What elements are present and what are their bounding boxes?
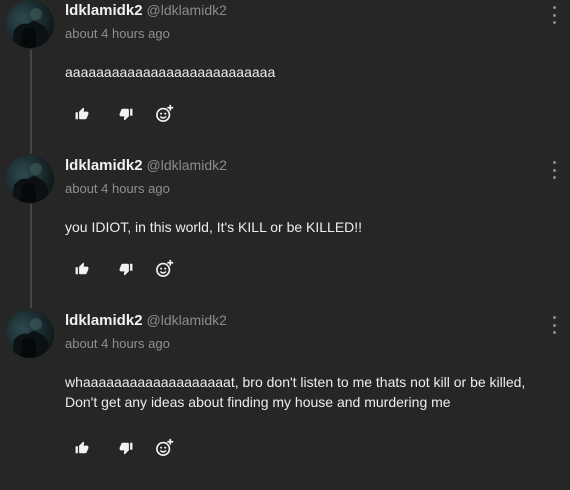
avatar[interactable] [6, 155, 54, 203]
comment-text: aaaaaaaaaaaaaaaaaaaaaaaaaaa [65, 64, 276, 80]
add-reaction-icon[interactable] [152, 257, 176, 281]
comment-author[interactable]: ldklamidk2 @ldklamidk2 [65, 312, 227, 329]
comment-item: ldklamidk2 @ldklamidk2 about 4 hours ago … [0, 155, 570, 305]
comment-thread: ldklamidk2 @ldklamidk2 about 4 hours ago … [0, 0, 570, 490]
thumbs-down-icon[interactable] [114, 436, 138, 460]
comment-actions [70, 102, 190, 126]
add-reaction-icon[interactable] [152, 102, 176, 126]
comment-item: ldklamidk2 @ldklamidk2 about 4 hours ago … [0, 310, 570, 490]
avatar[interactable] [6, 310, 54, 358]
comment-author[interactable]: ldklamidk2 @ldklamidk2 [65, 157, 227, 174]
comment-actions [70, 436, 190, 460]
comment-text: whaaaaaaaaaaaaaaaaaaat, bro don't listen… [65, 374, 526, 410]
comment-timestamp[interactable]: about 4 hours ago [65, 181, 170, 196]
comment-handle: @ldklamidk2 [146, 312, 227, 328]
thumbs-up-icon[interactable] [70, 436, 94, 460]
comment-text: you IDIOT, in this world, It's KILL or b… [65, 219, 363, 235]
comment-actions [70, 257, 190, 281]
thumbs-up-icon[interactable] [70, 102, 94, 126]
add-reaction-icon[interactable] [152, 436, 176, 460]
more-vertical-icon[interactable] [548, 6, 560, 24]
thumbs-up-icon[interactable] [70, 257, 94, 281]
thumbs-down-icon[interactable] [114, 102, 138, 126]
thumbs-down-icon[interactable] [114, 257, 138, 281]
comment-handle: @ldklamidk2 [146, 2, 227, 18]
comment-timestamp[interactable]: about 4 hours ago [65, 26, 170, 41]
avatar[interactable] [6, 0, 54, 48]
comment-timestamp[interactable]: about 4 hours ago [65, 336, 170, 351]
more-vertical-icon[interactable] [548, 161, 560, 179]
comment-handle: @ldklamidk2 [146, 157, 227, 173]
comment-author[interactable]: ldklamidk2 @ldklamidk2 [65, 2, 227, 19]
more-vertical-icon[interactable] [548, 316, 560, 334]
comment-item: ldklamidk2 @ldklamidk2 about 4 hours ago … [0, 0, 570, 150]
